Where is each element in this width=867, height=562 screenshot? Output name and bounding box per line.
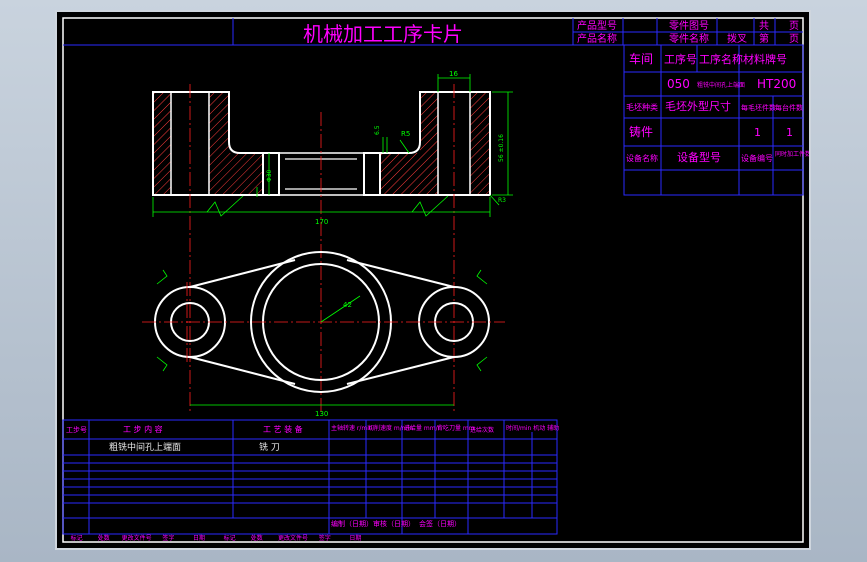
dim-top-width: 16	[449, 70, 458, 78]
footer-cell: 签字	[319, 534, 331, 542]
sign-reviewed: 审核（日期）	[373, 519, 415, 528]
blank-size-label: 毛坯外型尺寸	[665, 99, 731, 113]
top-view-centerlines	[142, 282, 505, 362]
product-model-label: 产品型号	[577, 19, 617, 32]
material-label: 材料牌号	[743, 52, 787, 66]
dim-chamfer: R5	[401, 130, 410, 138]
row-step-content: 粗铣中间孔上端面	[109, 441, 181, 453]
workshop-label: 车间	[629, 51, 653, 66]
sign-compiled: 编制（日期）	[331, 519, 373, 528]
blanks-per-label: 每毛坯件数	[741, 103, 776, 112]
drawing-sheet: 机械加工工序卡片 产品型号 产品名称 零件图号 零件名称 拨叉 共 页 第 页 …	[55, 10, 811, 550]
simultaneous-label: 同时加工件数	[775, 150, 809, 158]
footer-row: 标记 处数 更改文件号 签字 日期 标记 处数 更改文件号 签字 日期	[71, 534, 362, 542]
footer-cell: 处数	[98, 534, 110, 542]
equipment-no-label: 设备编号	[741, 153, 773, 163]
footer-cell: 标记	[71, 534, 83, 542]
sign-countersigned: 会签（日期）	[419, 519, 461, 528]
part-drawing-no-label: 零件图号	[669, 20, 709, 32]
th-step-no: 工步号	[66, 426, 87, 434]
th-passes: 进给次数	[470, 426, 494, 434]
product-name-label: 产品名称	[577, 32, 617, 45]
sheet-label: 第	[759, 32, 769, 45]
th-step-content: 工 步 内 容	[123, 424, 163, 434]
dim-overall-width: 170	[315, 218, 328, 226]
pieces-per-value: 1	[786, 126, 793, 139]
th-time: 时间/min 机动 辅助	[506, 424, 559, 432]
op-name-value: 粗铣中间孔上端面	[697, 81, 745, 89]
total-unit: 页	[789, 20, 799, 32]
section-view	[152, 84, 491, 412]
part-name-value: 拨叉	[727, 32, 747, 45]
dim-bore: Φ30	[266, 169, 273, 182]
part-name-label: 零件名称	[669, 32, 709, 45]
process-table-grid	[62, 419, 558, 535]
blank-type-value: 铸件	[629, 124, 653, 139]
blanks-per-value: 1	[754, 126, 761, 139]
hatch-left-inner	[209, 92, 229, 195]
dim-center-distance: 130	[315, 410, 328, 418]
op-name-label: 工序名称	[699, 52, 743, 66]
hatch-right-web	[380, 153, 420, 195]
op-no-label: 工序号	[664, 52, 697, 66]
footer-cell: 签字	[162, 534, 174, 542]
dim-small: 6.5	[374, 125, 381, 135]
footer-cell: 日期	[193, 534, 205, 542]
th-feed: 进给量 mm/r	[404, 424, 441, 432]
footer-cell: 处数	[251, 534, 263, 542]
card-title: 机械加工工序卡片	[303, 22, 463, 46]
dim-big-radius: 42	[343, 301, 352, 309]
th-spindle: 主轴转速 r/min	[331, 424, 373, 432]
equipment-name-label: 设备名称	[626, 153, 658, 163]
footer-cell: 更改文件号	[122, 534, 152, 542]
hatch-left-outer	[153, 92, 171, 195]
info-panel-grid	[623, 44, 804, 196]
op-no-value: 050	[667, 77, 690, 91]
blank-type-label: 毛坯种类	[626, 102, 658, 112]
dim-corner: R3	[498, 197, 506, 204]
hatch-left-web	[229, 153, 263, 195]
row-equipment: 铣 刀	[259, 441, 280, 453]
sheet-unit: 页	[789, 33, 799, 45]
footer-cell: 更改文件号	[278, 534, 308, 542]
th-equipment: 工 艺 装 备	[263, 424, 303, 434]
dim-height: 56 ±0.16	[498, 134, 505, 162]
pieces-per-label: 每台件数	[775, 103, 803, 112]
footer-cell: 标记	[224, 534, 236, 542]
footer-cell: 日期	[349, 534, 361, 542]
hatch-right-inner	[420, 92, 438, 195]
hatch-right-outer	[470, 92, 490, 195]
total-label: 共	[759, 20, 769, 32]
material-value: HT200	[757, 77, 796, 91]
cad-drawing: 机械加工工序卡片 产品型号 产品名称 零件图号 零件名称 拨叉 共 页 第 页 …	[62, 17, 809, 543]
equipment-model-label: 设备型号	[677, 150, 721, 164]
